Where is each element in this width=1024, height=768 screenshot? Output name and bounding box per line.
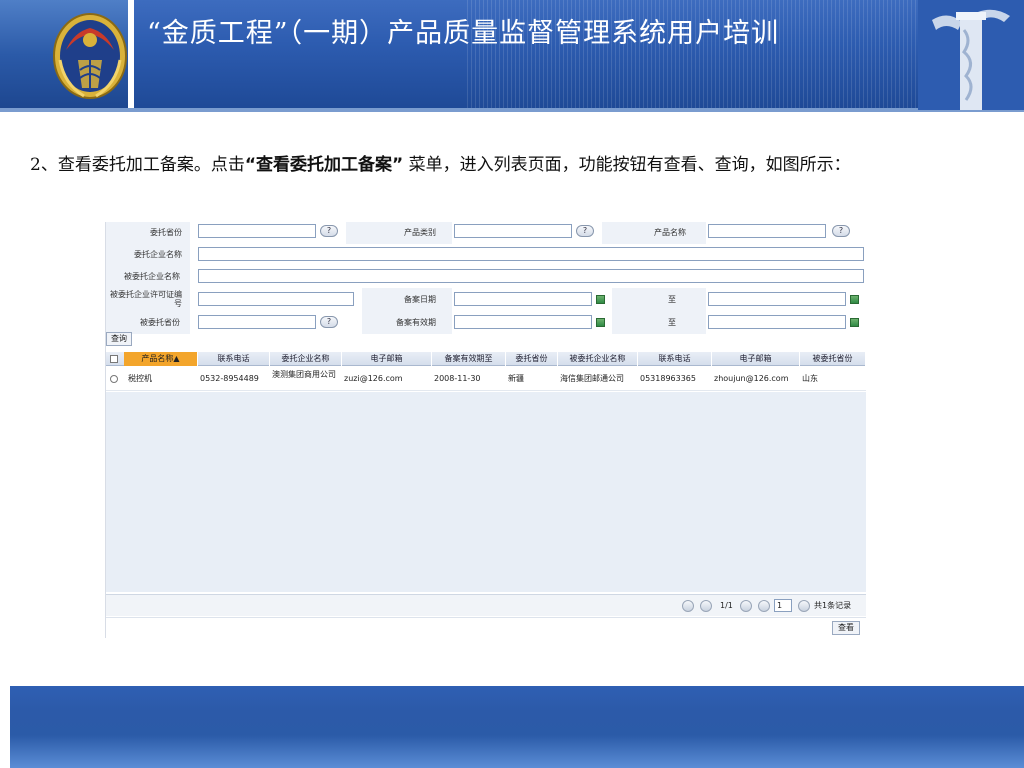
product-category-input[interactable]	[454, 224, 572, 238]
column-header-entrusted-province[interactable]: 被委托省份	[800, 352, 866, 366]
record-date-to-input[interactable]	[708, 292, 846, 306]
field-label-product-name: 产品名称	[602, 222, 706, 244]
entrust-province-input[interactable]	[198, 224, 316, 238]
entrust-province-help-icon[interactable]: ?	[320, 225, 338, 237]
entrusted-province-help-icon[interactable]: ?	[320, 316, 338, 328]
column-header-email[interactable]: 电子邮箱	[342, 352, 432, 366]
grid-empty-area	[106, 392, 866, 592]
prev-page-icon[interactable]	[700, 600, 712, 612]
first-page-icon[interactable]	[682, 600, 694, 612]
query-button[interactable]: 查询	[106, 332, 132, 346]
last-page-icon[interactable]	[758, 600, 770, 612]
page-number-input[interactable]: 1	[774, 599, 792, 612]
column-header-valid-until[interactable]: 备案有效期至	[432, 352, 506, 366]
validity-from-input[interactable]	[454, 315, 592, 329]
calendar-icon[interactable]	[596, 318, 605, 327]
form-row-5: 被委托省份 ? 备案有效期 至	[106, 312, 866, 334]
header-bottom-rule	[0, 108, 1024, 112]
column-header-phone[interactable]: 联系电话	[198, 352, 270, 366]
field-label-entrusted-company: 被委托企业名称	[106, 266, 190, 288]
entrusted-company-input[interactable]	[198, 269, 864, 283]
cell-entrust-province: 新疆	[508, 374, 524, 383]
quality-inspection-emblem-icon	[53, 13, 127, 99]
cell-valid-until: 2008-11-30	[434, 374, 481, 383]
field-label-entrust-province: 委托省份	[106, 222, 190, 244]
select-all-checkbox[interactable]	[110, 355, 118, 363]
product-category-help-icon[interactable]: ?	[576, 225, 594, 237]
total-records: 共1条记录	[814, 601, 852, 610]
table-row[interactable]: 税控机 0532-8954489 澳测集团商用公司 zuzi@126.com 2…	[106, 367, 866, 391]
slide-footer	[0, 686, 1024, 768]
instruction-paragraph: 2、查看委托加工备案。点击“查看委托加工备案” 菜单，进入列表页面，功能按钮有查…	[30, 152, 990, 178]
go-page-icon[interactable]	[798, 600, 810, 612]
column-header-product-name[interactable]: 产品名称▲	[124, 352, 198, 366]
form-row-1: 委托省份 ? 产品类别 ? 产品名称 ?	[106, 222, 866, 244]
view-button[interactable]: 查看	[832, 621, 860, 635]
field-label-entrust-company: 委托企业名称	[106, 244, 190, 266]
ornamental-pillar-icon	[918, 0, 1024, 110]
column-header-phone-2[interactable]: 联系电话	[638, 352, 712, 366]
cell-email: zuzi@126.com	[344, 374, 403, 383]
field-label-license-number: 被委托企业许可证编号	[106, 288, 190, 312]
field-label-record-date: 备案日期	[362, 288, 452, 312]
next-page-icon[interactable]	[740, 600, 752, 612]
cell-email-2: zhoujun@126.com	[714, 374, 789, 383]
menu-name-quote: “查看委托加工备案”	[244, 155, 404, 175]
cell-product-name: 税控机	[128, 374, 152, 383]
field-label-validity-to: 至	[612, 312, 706, 334]
cell-phone-2: 05318963365	[640, 374, 696, 383]
column-header-entrusted-company[interactable]: 被委托企业名称	[558, 352, 638, 366]
entrusted-province-input[interactable]	[198, 315, 316, 329]
embedded-screenshot: 委托省份 ? 产品类别 ? 产品名称 ? 委托企业名称 被委托企业名称 被委托企…	[105, 222, 866, 638]
validity-to-input[interactable]	[708, 315, 846, 329]
pagination-bar: 1/1 1 共1条记录	[106, 594, 866, 616]
form-row-3: 被委托企业名称	[106, 266, 866, 288]
license-number-input[interactable]	[198, 292, 354, 306]
cell-entrusted-company: 海信集团邮通公司	[560, 374, 624, 383]
field-label-record-validity: 备案有效期	[362, 312, 452, 334]
cell-entrust-company: 澳测集团商用公司	[272, 370, 336, 379]
cell-phone: 0532-8954489	[200, 374, 259, 383]
calendar-icon[interactable]	[850, 318, 859, 327]
column-header-email-2[interactable]: 电子邮箱	[712, 352, 800, 366]
column-header-entrust-province[interactable]: 委托省份	[506, 352, 558, 366]
instruction-text-prefix: 2、查看委托加工备案。点击	[30, 155, 245, 175]
product-name-input[interactable]	[708, 224, 826, 238]
field-label-entrusted-province: 被委托省份	[106, 312, 190, 334]
result-grid-header: 产品名称▲ 联系电话 委托企业名称 电子邮箱 备案有效期至 委托省份 被委托企业…	[106, 352, 866, 366]
calendar-icon[interactable]	[596, 295, 605, 304]
footer-left-margin	[0, 686, 10, 768]
field-label-product-category: 产品类别	[346, 222, 452, 244]
slide-header: “金质工程”（一期）产品质量监督管理系统用户培训	[0, 0, 1024, 112]
page-indicator: 1/1	[720, 601, 733, 610]
page-title: “金质工程”（一期）产品质量监督管理系统用户培训	[147, 18, 780, 49]
instruction-text-suffix: 菜单，进入列表页面，功能按钮有查看、查询，如图所示：	[403, 155, 851, 175]
entrust-company-input[interactable]	[198, 247, 864, 261]
column-header-entrust-company[interactable]: 委托企业名称	[270, 352, 342, 366]
form-row-4: 被委托企业许可证编号 备案日期 至	[106, 288, 866, 312]
cell-entrusted-province: 山东	[802, 374, 818, 383]
form-row-2: 委托企业名称	[106, 244, 866, 266]
product-name-help-icon[interactable]: ?	[832, 225, 850, 237]
row-select-radio[interactable]	[110, 375, 118, 383]
field-label-date-to: 至	[612, 288, 706, 312]
record-date-from-input[interactable]	[454, 292, 592, 306]
action-bar: 查看	[106, 617, 866, 638]
calendar-icon[interactable]	[850, 295, 859, 304]
